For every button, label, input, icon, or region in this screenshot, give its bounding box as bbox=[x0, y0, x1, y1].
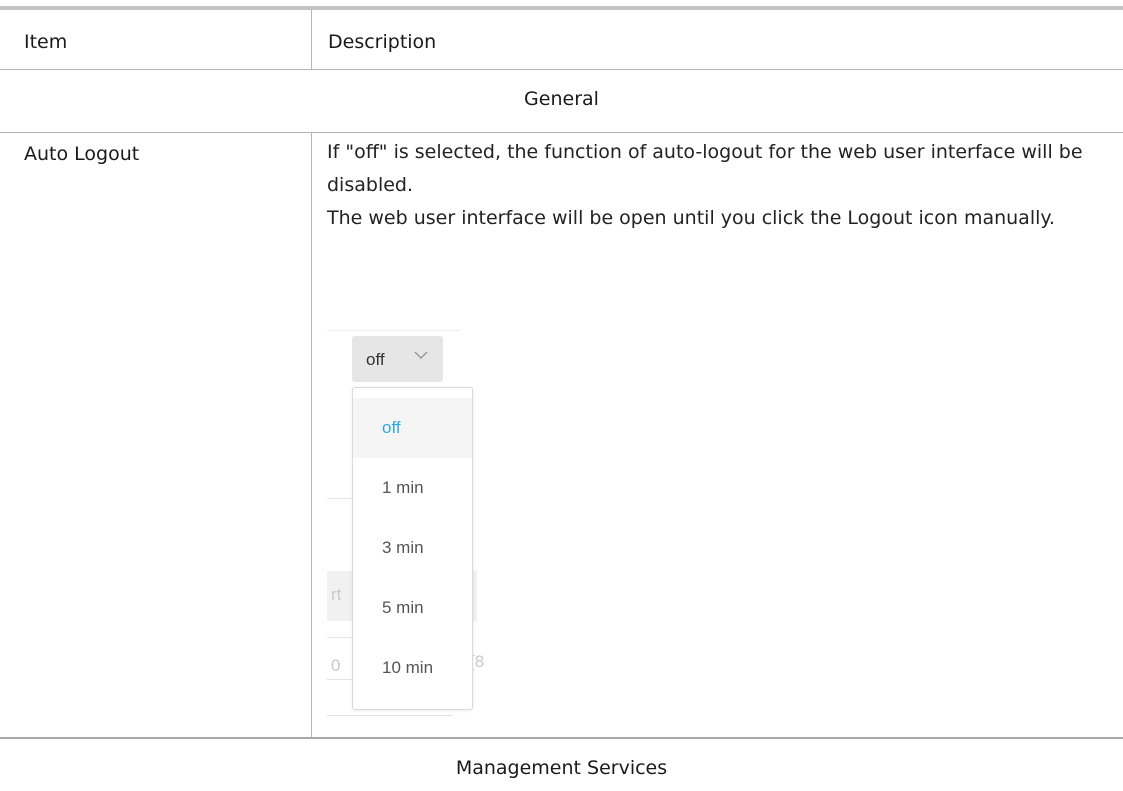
description-paragraph: The web user interface will be open unti… bbox=[327, 207, 1055, 229]
option-label: 5 min bbox=[382, 598, 424, 617]
option-label: 10 min bbox=[382, 658, 434, 677]
option-5-min[interactable]: 5 min bbox=[353, 578, 472, 638]
column-divider bbox=[311, 133, 312, 738]
section-rule bbox=[0, 132, 1123, 133]
section-title-general: General bbox=[524, 88, 599, 110]
column-divider bbox=[311, 10, 312, 69]
header-item: Item bbox=[24, 31, 68, 53]
auto-logout-options-menu: off 1 min 3 min 5 min 10 min bbox=[352, 387, 473, 710]
option-off[interactable]: off bbox=[353, 398, 472, 458]
chevron-down-icon bbox=[414, 351, 428, 359]
header-rule bbox=[0, 69, 1123, 70]
header-description: Description bbox=[328, 31, 437, 53]
select-value: off bbox=[366, 350, 385, 369]
background-divider bbox=[327, 330, 460, 331]
option-1-min[interactable]: 1 min bbox=[353, 458, 472, 518]
option-3-min[interactable]: 3 min bbox=[353, 518, 472, 578]
auto-logout-dropdown-screenshot: rt 0 [8 off off 1 min 3 min 5 min 10 min bbox=[327, 330, 487, 730]
background-divider bbox=[327, 715, 453, 716]
option-10-min[interactable]: 10 min bbox=[353, 638, 472, 698]
auto-logout-select[interactable]: off bbox=[352, 336, 443, 382]
description-paragraph: If "off" is selected, the function of au… bbox=[327, 141, 1083, 196]
row-bottom-rule bbox=[0, 737, 1123, 739]
background-fragment: rt bbox=[331, 585, 342, 604]
option-label: 3 min bbox=[382, 538, 424, 557]
background-fragment: 0 bbox=[331, 656, 341, 675]
table-top-rule bbox=[0, 6, 1123, 10]
option-label: 1 min bbox=[382, 478, 424, 497]
section-title-management-services: Management Services bbox=[455, 757, 668, 779]
row-description-auto-logout: If "off" is selected, the function of au… bbox=[327, 136, 1117, 235]
option-label: off bbox=[382, 418, 401, 437]
row-item-auto-logout: Auto Logout bbox=[24, 143, 140, 165]
